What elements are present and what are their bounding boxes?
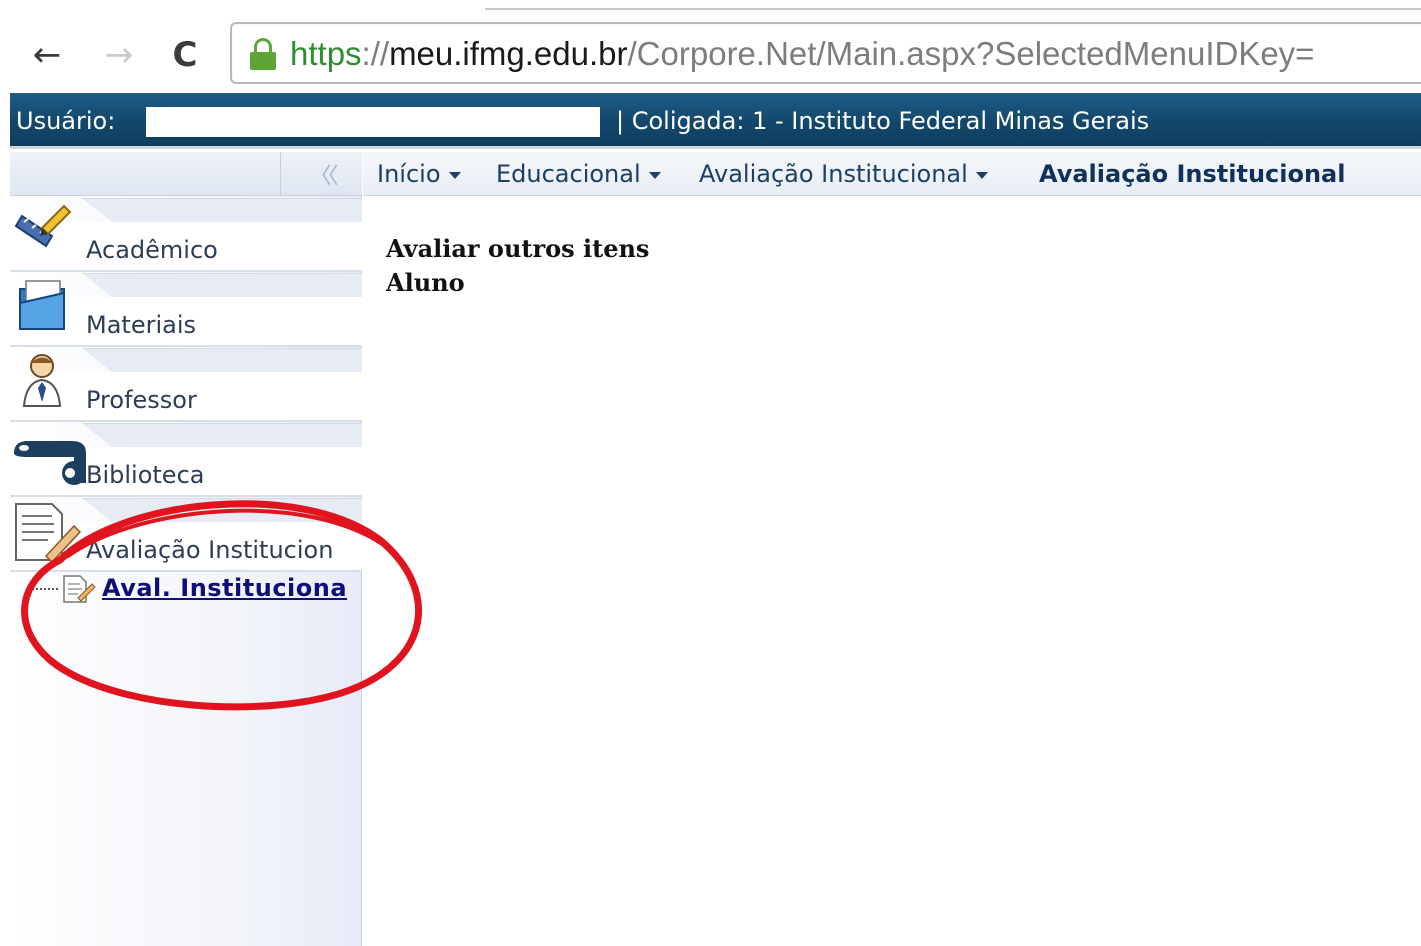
reload-button[interactable]: C — [162, 32, 208, 78]
reload-icon: C — [172, 35, 198, 75]
sidebar-top-strip: 〈〈 — [10, 152, 362, 196]
browser-toolbar: ← → C https://meu.ifmg.edu.br/Corpore.Ne… — [0, 0, 1421, 92]
arrow-right-icon: → — [104, 35, 134, 75]
breadcrumb-educacional[interactable]: Educacional — [496, 160, 661, 188]
sidebar-item-label: Professor — [86, 386, 197, 414]
sidebar-item-professor[interactable]: Professor — [10, 348, 362, 423]
caret-down-icon — [448, 171, 461, 179]
content-line-avaliar: Avaliar outros itens — [386, 234, 650, 263]
url-path: /Corpore.Net/Main.aspx?SelectedMenuIDKey… — [627, 35, 1315, 72]
sidebar-item-label: Acadêmico — [86, 236, 218, 264]
teacher-icon — [22, 354, 62, 407]
sidebar-item-label: Avaliação Institucion — [86, 536, 334, 564]
document-edit-icon — [63, 575, 96, 603]
tree-connector — [28, 588, 58, 590]
coligada-label: | Coligada: 1 - Instituto Federal Minas … — [616, 107, 1150, 135]
back-button[interactable]: ← — [24, 32, 70, 78]
document-pencil-icon — [15, 503, 82, 564]
sidebar: 〈〈 Acadêmico Materiais Professor Bibliot… — [10, 152, 362, 946]
ruler-pencil-icon — [14, 204, 72, 248]
sidebar-item-label: Materiais — [86, 311, 197, 339]
aval-institucional-link[interactable]: Aval. Institucionа — [102, 574, 347, 602]
sidebar-item-materiais[interactable]: Materiais — [10, 273, 362, 348]
tree-item-aval-institucional[interactable]: Aval. Institucionа — [28, 572, 362, 606]
user-name-field — [146, 107, 600, 137]
url-text[interactable]: https://meu.ifmg.edu.br/Corpore.Net/Main… — [290, 34, 1314, 74]
lock-icon — [248, 38, 278, 72]
double-chevron-left-icon: 〈〈 — [309, 164, 338, 189]
sidebar-item-biblioteca[interactable]: Biblioteca — [10, 423, 362, 498]
sidebar-item-label: Biblioteca — [86, 461, 205, 489]
collapse-sidebar-button[interactable]: 〈〈 — [302, 158, 342, 189]
breadcrumb-inicio[interactable]: Início — [377, 160, 461, 188]
breadcrumb-current: Avaliação Institucional — [1039, 160, 1346, 188]
forward-button[interactable]: → — [96, 32, 142, 78]
caret-down-icon — [975, 171, 988, 179]
breadcrumb: Início Educacional Avaliação Institucion… — [363, 152, 1421, 196]
main-content: Avaliar outros itens Aluno — [386, 232, 1386, 300]
screenshot-root: ← → C https://meu.ifmg.edu.br/Corpore.Ne… — [0, 0, 1421, 946]
content-line-aluno: Aluno — [386, 268, 465, 297]
scroll-icon — [14, 441, 86, 485]
url-host: meu.ifmg.edu.br — [389, 35, 628, 72]
user-label: Usuário: — [16, 107, 116, 135]
caret-down-icon — [648, 171, 661, 179]
user-header-bar: Usuário: | Coligada: 1 - Instituto Feder… — [10, 93, 1421, 149]
sidebar-item-avaliacao-institucional[interactable]: Avaliação Institucion — [10, 498, 362, 573]
address-bar[interactable]: https://meu.ifmg.edu.br/Corpore.Net/Main… — [230, 22, 1421, 84]
url-separator: :// — [361, 35, 390, 72]
breadcrumb-avaliacao-institucional[interactable]: Avaliação Institucional — [699, 160, 988, 188]
sidebar-item-academico[interactable]: Acadêmico — [10, 198, 362, 273]
url-scheme: https — [290, 35, 362, 72]
tab-strip-edge — [485, 8, 1421, 16]
folder-icon — [19, 280, 65, 330]
arrow-left-icon: ← — [32, 35, 62, 75]
